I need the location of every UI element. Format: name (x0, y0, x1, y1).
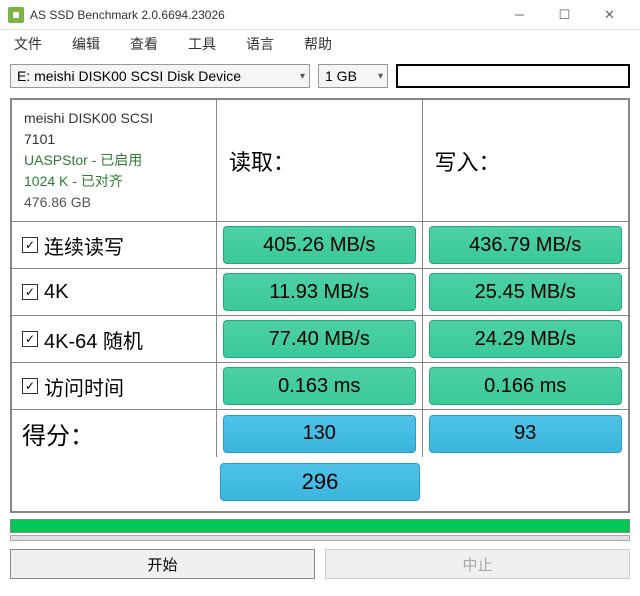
minimize-button[interactable]: ─ (497, 1, 542, 29)
score-write-value: 93 (429, 415, 623, 453)
menu-edit[interactable]: 编辑 (66, 32, 106, 56)
app-icon (8, 7, 24, 23)
total-score-value: 296 (220, 463, 420, 501)
k4-64-read-cell: 77.40 MB/s (217, 316, 423, 363)
window-title: AS SSD Benchmark 2.0.6694.23026 (30, 8, 497, 22)
filter-input[interactable] (396, 64, 630, 88)
score-read-cell: 130 (217, 410, 423, 457)
checkbox-4k64[interactable]: ✓ (22, 331, 38, 347)
score-read-value: 130 (223, 415, 416, 453)
progress-bar-sub (10, 535, 630, 541)
k4-label-text: 4K (44, 281, 68, 304)
seq-write-value: 436.79 MB/s (429, 226, 623, 264)
seq-read-cell: 405.26 MB/s (217, 222, 423, 269)
menu-tools[interactable]: 工具 (182, 32, 222, 56)
k4-64-write-value: 24.29 MB/s (429, 320, 623, 358)
total-score-row: 296 (12, 457, 628, 511)
checkbox-access[interactable]: ✓ (22, 378, 38, 394)
access-read-value: 0.163 ms (223, 367, 416, 405)
seq-read-value: 405.26 MB/s (223, 226, 416, 264)
size-selector-value: 1 GB (325, 68, 357, 84)
start-button[interactable]: 开始 (10, 549, 315, 579)
menu-file[interactable]: 文件 (8, 32, 48, 56)
k4-read-value: 11.93 MB/s (223, 273, 416, 311)
progress-area (10, 519, 630, 541)
alignment-status: 1024 K - 已对齐 (24, 171, 123, 192)
seq-write-cell: 436.79 MB/s (423, 222, 629, 269)
header-read: 读取： (217, 100, 423, 222)
results-frame: meishi DISK00 SCSI 7101 UASPStor - 已启用 1… (10, 98, 630, 513)
k4-64-label-text: 4K-64 随机 (44, 325, 143, 354)
uasp-status: UASPStor - 已启用 (24, 150, 142, 171)
disk-selector[interactable]: E: meishi DISK00 SCSI Disk Device (10, 64, 310, 88)
row-4k64-label: ✓ 4K-64 随机 (12, 316, 217, 363)
score-write-cell: 93 (423, 410, 629, 457)
disk-number: 7101 (24, 129, 55, 150)
abort-button: 中止 (325, 549, 630, 579)
row-seq-label: ✓ 连续读写 (12, 222, 217, 269)
disk-info-panel: meishi DISK00 SCSI 7101 UASPStor - 已启用 1… (12, 100, 217, 222)
score-label: 得分： (12, 410, 217, 457)
k4-64-write-cell: 24.29 MB/s (423, 316, 629, 363)
header-write: 写入： (423, 100, 629, 222)
seq-label-text: 连续读写 (44, 231, 124, 260)
checkbox-4k[interactable]: ✓ (22, 284, 38, 300)
menu-language[interactable]: 语言 (240, 32, 280, 56)
size-selector[interactable]: 1 GB (318, 64, 388, 88)
access-write-cell: 0.166 ms (423, 363, 629, 410)
disk-selector-value: E: meishi DISK00 SCSI Disk Device (17, 68, 241, 84)
access-write-value: 0.166 ms (429, 367, 623, 405)
menu-view[interactable]: 查看 (124, 32, 164, 56)
access-read-cell: 0.163 ms (217, 363, 423, 410)
close-button[interactable]: ✕ (587, 1, 632, 29)
menubar: 文件 编辑 查看 工具 语言 帮助 (0, 30, 640, 58)
maximize-button[interactable]: ☐ (542, 1, 587, 29)
row-4k-label: ✓ 4K (12, 269, 217, 316)
disk-name: meishi DISK00 SCSI (24, 108, 153, 129)
k4-write-cell: 25.45 MB/s (423, 269, 629, 316)
k4-read-cell: 11.93 MB/s (217, 269, 423, 316)
disk-capacity: 476.86 GB (24, 192, 91, 213)
progress-bar-main (10, 519, 630, 533)
k4-64-read-value: 77.40 MB/s (223, 320, 416, 358)
access-label-text: 访问时间 (44, 372, 124, 401)
checkbox-seq[interactable]: ✓ (22, 237, 38, 253)
row-access-label: ✓ 访问时间 (12, 363, 217, 410)
k4-write-value: 25.45 MB/s (429, 273, 623, 311)
menu-help[interactable]: 帮助 (298, 32, 338, 56)
